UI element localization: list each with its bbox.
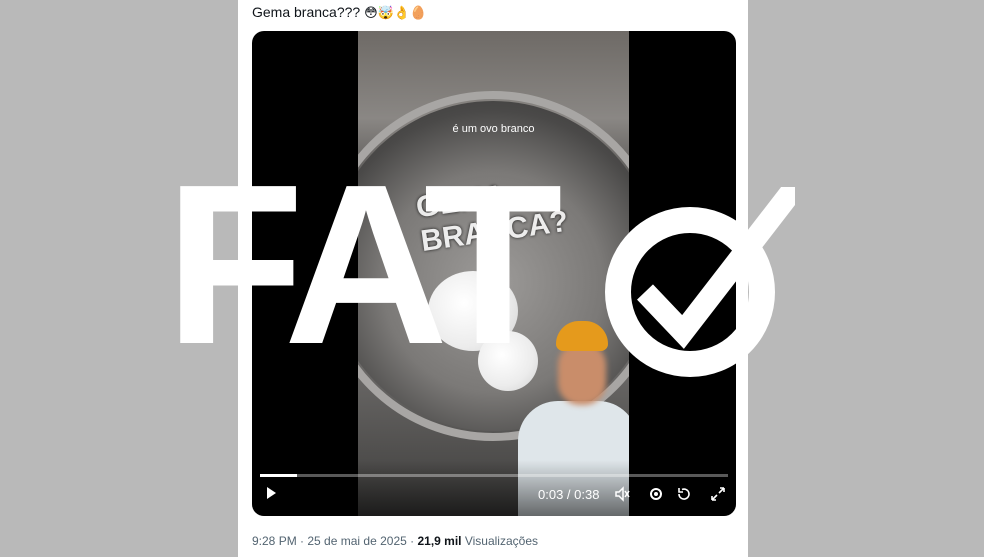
video-timeline: 0:03 / 0:38 [538,487,600,502]
video-frame: é um ovo branco GEMA BRANCA? [358,31,629,516]
emoji-group: 😳🤯👌🥚 [364,6,427,21]
post-meta: 9:28 PM · 25 de mai de 2025 · 21,9 mil V… [252,534,538,548]
play-icon[interactable] [264,486,278,503]
post-date[interactable]: 25 de mai de 2025 [307,534,406,548]
post-text-content: Gema branca??? [252,4,361,20]
views-label: Visualizações [464,534,538,548]
video-caption: é um ovo branco [452,123,535,135]
meta-separator: · [406,534,418,548]
progress-fill [260,474,298,477]
fullscreen-icon[interactable] [710,486,726,505]
video-controls: 0:03 / 0:38 [252,460,736,516]
video-player[interactable]: é um ovo branco GEMA BRANCA? 0:03 / 0:38 [252,31,736,516]
post-text: Gema branca??? 😳🤯👌🥚 [252,4,426,21]
post-card: Gema branca??? 😳🤯👌🥚 é um ovo branco GEMA… [238,0,748,557]
blurred-face [558,343,606,405]
meta-separator: · [296,534,308,548]
replay-icon[interactable] [676,486,692,505]
volume-icon[interactable] [614,486,630,505]
gear-icon[interactable] [648,486,664,505]
turban [556,321,608,351]
post-time[interactable]: 9:28 PM [252,534,297,548]
progress-bar[interactable] [260,474,728,477]
views-count: 21,9 mil [417,534,462,548]
